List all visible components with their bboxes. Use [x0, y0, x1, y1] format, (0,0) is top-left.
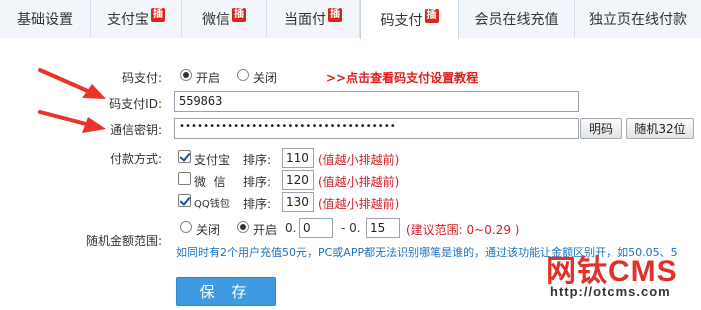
secret-key-input[interactable]: •••••••••••••••••••••••••••••••••••• — [174, 118, 579, 139]
plugin-badge: 插 — [424, 8, 439, 23]
tab-basic-settings[interactable]: 基础设置 — [0, 0, 91, 38]
range-separator: - 0. — [341, 221, 361, 235]
sort-hint: (值越小排越前) — [318, 153, 400, 167]
random-on-label: 开启 — [253, 223, 278, 237]
plugin-badge: 插 — [328, 8, 342, 22]
range-from-prefix: 0. — [285, 221, 297, 235]
qq-wallet-sort-input[interactable]: 130 — [282, 192, 314, 212]
secret-key-label: 通信密钥: — [109, 123, 162, 137]
tab-label: 基础设置 — [17, 12, 73, 28]
watermark-url: http://otcms.com — [550, 284, 671, 299]
plugin-badge: 插 — [151, 8, 165, 22]
method-name: 微 信 — [194, 175, 226, 189]
alipay-checkbox[interactable] — [178, 150, 191, 163]
codepay-label: 码支付: — [121, 71, 162, 85]
range-hint: (建议范围: 0~0.29 ) — [406, 223, 520, 237]
sort-label: 排序: — [243, 197, 272, 211]
range-to-input[interactable]: 15 — [366, 218, 400, 238]
qq-wallet-checkbox[interactable] — [178, 194, 191, 207]
sort-label: 排序: — [243, 153, 272, 167]
random-32-button[interactable]: 随机32位 — [626, 118, 694, 139]
show-plaintext-button[interactable]: 明码 — [580, 118, 622, 139]
tab-face-pay[interactable]: 当面付 插 — [267, 0, 360, 38]
random-off-label: 关闭 — [196, 223, 221, 237]
tab-label: 独立页在线付款 — [589, 12, 687, 28]
tab-label: 码支付 — [380, 12, 423, 29]
alipay-sort-input[interactable]: 110 — [282, 148, 314, 168]
watermark-logo: 网钛CMS http://otcms.com — [546, 246, 696, 306]
codepay-off-radio[interactable] — [237, 69, 249, 81]
range-from-input[interactable]: 0 — [299, 218, 333, 238]
random-off-radio[interactable] — [180, 221, 192, 233]
save-button[interactable]: 保 存 — [176, 277, 276, 306]
codepay-id-input[interactable]: 559863 — [174, 91, 579, 112]
tab-label: 支付宝 — [107, 12, 149, 28]
sort-label: 排序: — [243, 175, 272, 189]
method-name: QQ钱包 — [194, 199, 230, 210]
codepay-on-radio[interactable] — [180, 69, 192, 81]
tab-member-recharge[interactable]: 会员在线充值 — [459, 0, 575, 38]
sort-hint: (值越小排越前) — [318, 197, 400, 211]
codepay-off-label: 关闭 — [253, 71, 278, 85]
payment-method-label: 付款方式: — [109, 152, 162, 166]
random-on-radio[interactable] — [237, 221, 249, 233]
tab-label: 会员在线充值 — [474, 12, 559, 28]
tutorial-link[interactable]: >>点击查看码支付设置教程 — [326, 69, 478, 86]
method-name: 支付宝 — [194, 153, 231, 167]
tab-label: 微信 — [202, 12, 230, 28]
codepay-id-label: 码支付ID: — [109, 97, 162, 111]
plugin-badge: 插 — [232, 8, 246, 22]
codepay-on-label: 开启 — [196, 71, 221, 85]
sort-hint: (值越小排越前) — [318, 175, 400, 189]
tab-standalone-payment[interactable]: 独立页在线付款 — [575, 0, 701, 38]
tab-alipay[interactable]: 支付宝 插 — [91, 0, 182, 38]
tab-bar: 基础设置 支付宝 插 微信 插 当面付 插 码支付 插 会员在线充值 独立页在线… — [0, 0, 701, 39]
tab-label: 当面付 — [284, 12, 326, 28]
random-range-label: 随机金额范围: — [85, 234, 162, 248]
tab-codepay[interactable]: 码支付 插 — [360, 0, 459, 39]
tab-wechat[interactable]: 微信 插 — [182, 0, 267, 38]
wechat-sort-input[interactable]: 120 — [282, 170, 314, 190]
wechat-checkbox[interactable] — [178, 172, 191, 185]
